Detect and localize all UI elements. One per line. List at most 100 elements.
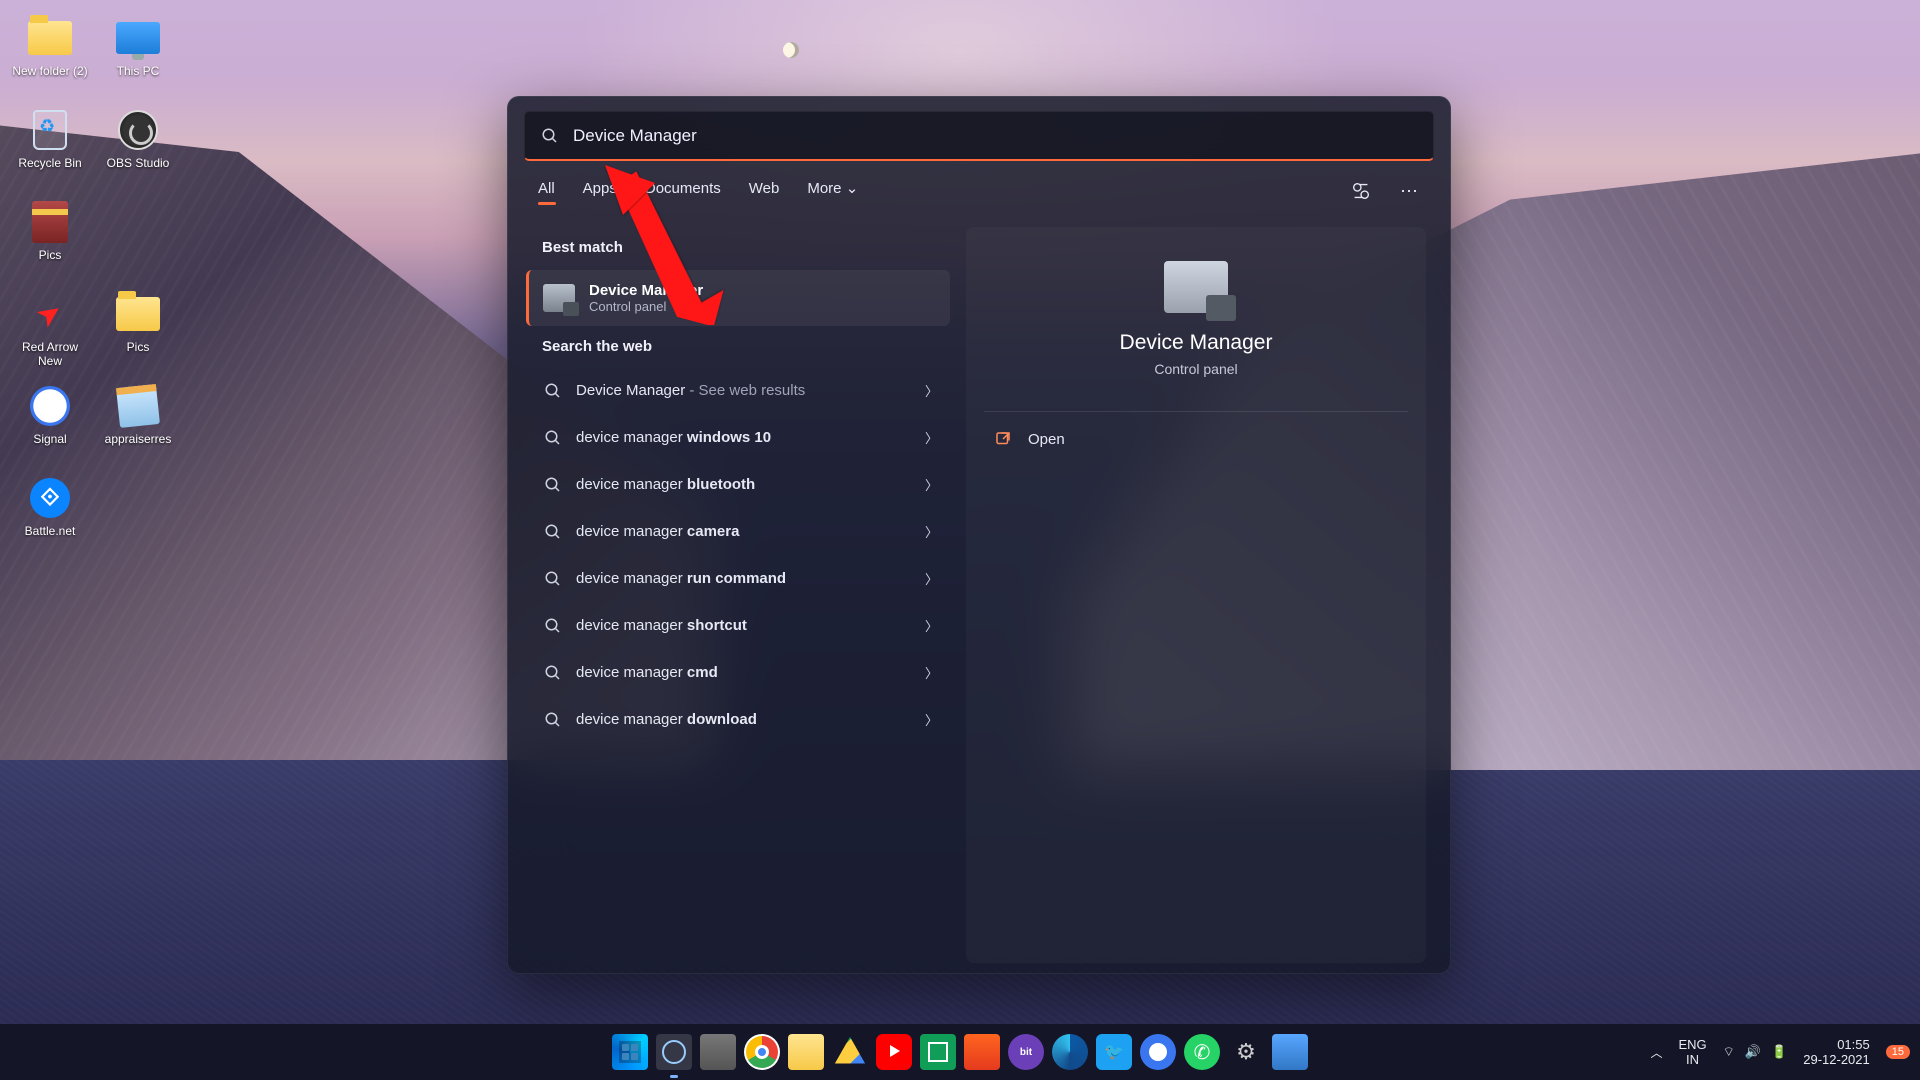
start-button[interactable] [612, 1034, 648, 1070]
desktop-icon-red-arrow-new[interactable]: ➤Red Arrow New [8, 292, 92, 384]
volume-icon[interactable]: 🔊 [1745, 1044, 1761, 1060]
action-open-label: Open [1028, 431, 1065, 448]
best-match-subtitle: Control panel [589, 299, 703, 314]
web-result-text: device manager camera [576, 523, 911, 540]
taskbar-sheets[interactable] [920, 1034, 956, 1070]
web-result-3[interactable]: device manager camera 〉 [532, 510, 950, 553]
taskbar-bitwarden[interactable]: bit [1008, 1034, 1044, 1070]
web-result-text: device manager shortcut [576, 617, 911, 634]
taskbar-google-drive[interactable] [832, 1034, 868, 1070]
preview-subtitle: Control panel [1154, 361, 1237, 377]
desktop-icon-label: OBS Studio [107, 156, 170, 170]
open-icon [994, 430, 1012, 448]
tab-apps[interactable]: Apps [583, 180, 617, 203]
results-column: Best match Device Manager Control panel … [532, 227, 950, 963]
winrar-icon [32, 201, 68, 243]
web-result-1[interactable]: device manager windows 10〉 [532, 416, 950, 459]
web-result-5[interactable]: device manager shortcut 〉 [532, 604, 950, 647]
tab-web[interactable]: Web [749, 180, 780, 203]
search-input-container[interactable] [524, 111, 1434, 161]
desktop-icon-label: Battle.net [25, 524, 76, 538]
search-icon [544, 429, 562, 447]
battery-icon[interactable]: 🔋 [1771, 1044, 1787, 1060]
web-result-2[interactable]: device manager bluetooth 〉 [532, 463, 950, 506]
preview-pane: Device Manager Control panel Open [966, 227, 1426, 963]
taskbar-twitter[interactable]: 🐦 [1096, 1034, 1132, 1070]
taskbar-task-view[interactable] [700, 1034, 736, 1070]
desktop-icon-this-pc[interactable]: This PC [96, 16, 180, 108]
more-options-icon[interactable]: ⋯ [1400, 181, 1420, 202]
search-icon [544, 617, 562, 635]
desktop-icon-signal[interactable]: Signal [8, 384, 92, 476]
best-match-title: Device Manager [589, 282, 703, 299]
search-icon [544, 711, 562, 729]
chevron-down-icon: ⌄ [846, 180, 859, 197]
tray-show-hidden-icon[interactable]: ︿ [1650, 1044, 1662, 1061]
search-icon [544, 476, 562, 494]
web-result-7[interactable]: device manager download 〉 [532, 698, 950, 741]
desktop-icon-new-folder-2[interactable]: New folder (2) [8, 16, 92, 108]
search-icon [544, 523, 562, 541]
tab-documents[interactable]: Documents [645, 180, 721, 203]
taskbar-chrome[interactable] [744, 1034, 780, 1070]
tray-notification-badge[interactable]: 15 [1886, 1045, 1910, 1059]
web-result-0[interactable]: Device Manager - See web results 〉 [532, 369, 950, 412]
folder-icon [28, 21, 72, 55]
chevron-right-icon: 〉 [925, 475, 938, 494]
taskbar-file-explorer[interactable] [788, 1034, 824, 1070]
best-match-result[interactable]: Device Manager Control panel [526, 270, 950, 326]
recycle-bin-icon [33, 110, 67, 150]
chevron-right-icon: 〉 [925, 381, 938, 400]
desktop-icon-label: appraiserres [105, 432, 172, 446]
desktop-icon-pics-folder[interactable]: Pics [96, 292, 180, 384]
folder-icon [116, 297, 160, 331]
desktop-icon-obs-studio[interactable]: OBS Studio [96, 108, 180, 200]
taskbar-screenshot-tool[interactable] [1272, 1034, 1308, 1070]
taskbar-settings[interactable]: ⚙ [1228, 1034, 1264, 1070]
obs-icon [118, 110, 158, 150]
desktop-icon-pics-rar[interactable]: Pics [8, 200, 92, 292]
search-panel: All Apps Documents Web More ⌄ ⋯ Best mat… [507, 96, 1451, 974]
action-open[interactable]: Open [984, 412, 1408, 466]
search-web-heading: Search the web [532, 326, 950, 369]
web-result-text: device manager windows 10 [576, 429, 911, 446]
tab-more[interactable]: More ⌄ [807, 179, 858, 203]
taskbar-youtube[interactable] [876, 1034, 912, 1070]
wifi-icon[interactable]: ⌔ [1723, 1044, 1735, 1060]
search-input[interactable] [573, 126, 1417, 146]
notepad-icon [116, 384, 160, 428]
search-preferences-icon[interactable] [1350, 180, 1372, 202]
desktop-icon-appraiserres[interactable]: appraiserres [96, 384, 180, 476]
desktop-icon-label: Red Arrow New [10, 340, 90, 368]
taskbar-search-button[interactable] [656, 1034, 692, 1070]
desktop-icon-label: Pics [39, 248, 62, 262]
tray-language[interactable]: ENGIN [1678, 1037, 1706, 1067]
tab-all[interactable]: All [538, 180, 555, 203]
device-manager-icon [543, 284, 575, 312]
web-result-text: device manager download [576, 711, 911, 728]
windows-logo-icon [622, 1044, 638, 1060]
chevron-right-icon: 〉 [925, 569, 938, 588]
chevron-right-icon: 〉 [925, 710, 938, 729]
desktop-icon-label: Recycle Bin [18, 156, 81, 170]
chevron-right-icon: 〉 [925, 616, 938, 635]
taskbar-whatsapp[interactable] [1184, 1034, 1220, 1070]
taskbar-edge[interactable] [1052, 1034, 1088, 1070]
desktop-icon-label: New folder (2) [12, 64, 87, 78]
desktop-icon-recycle-bin[interactable]: Recycle Bin [8, 108, 92, 200]
taskbar-signal[interactable] [1140, 1034, 1176, 1070]
pc-icon [116, 22, 160, 54]
taskbar-brave[interactable] [964, 1034, 1000, 1070]
chevron-right-icon: 〉 [925, 522, 938, 541]
search-icon [541, 127, 559, 145]
chevron-right-icon: 〉 [925, 663, 938, 682]
best-match-heading: Best match [532, 227, 950, 270]
web-result-text: device manager bluetooth [576, 476, 911, 493]
web-result-6[interactable]: device manager cmd〉 [532, 651, 950, 694]
web-result-text: Device Manager - See web results [576, 382, 911, 399]
web-results-list: Device Manager - See web results〉device … [532, 369, 950, 741]
web-result-4[interactable]: device manager run command〉 [532, 557, 950, 600]
desktop-icon-battlenet[interactable]: ⟐Battle.net [8, 476, 92, 568]
taskbar: bit 🐦 ⚙ ︿ ENGIN ⌔ 🔊 🔋 01:5529-12-2021 15 [0, 1024, 1920, 1080]
tray-clock[interactable]: 01:5529-12-2021 [1803, 1037, 1870, 1067]
